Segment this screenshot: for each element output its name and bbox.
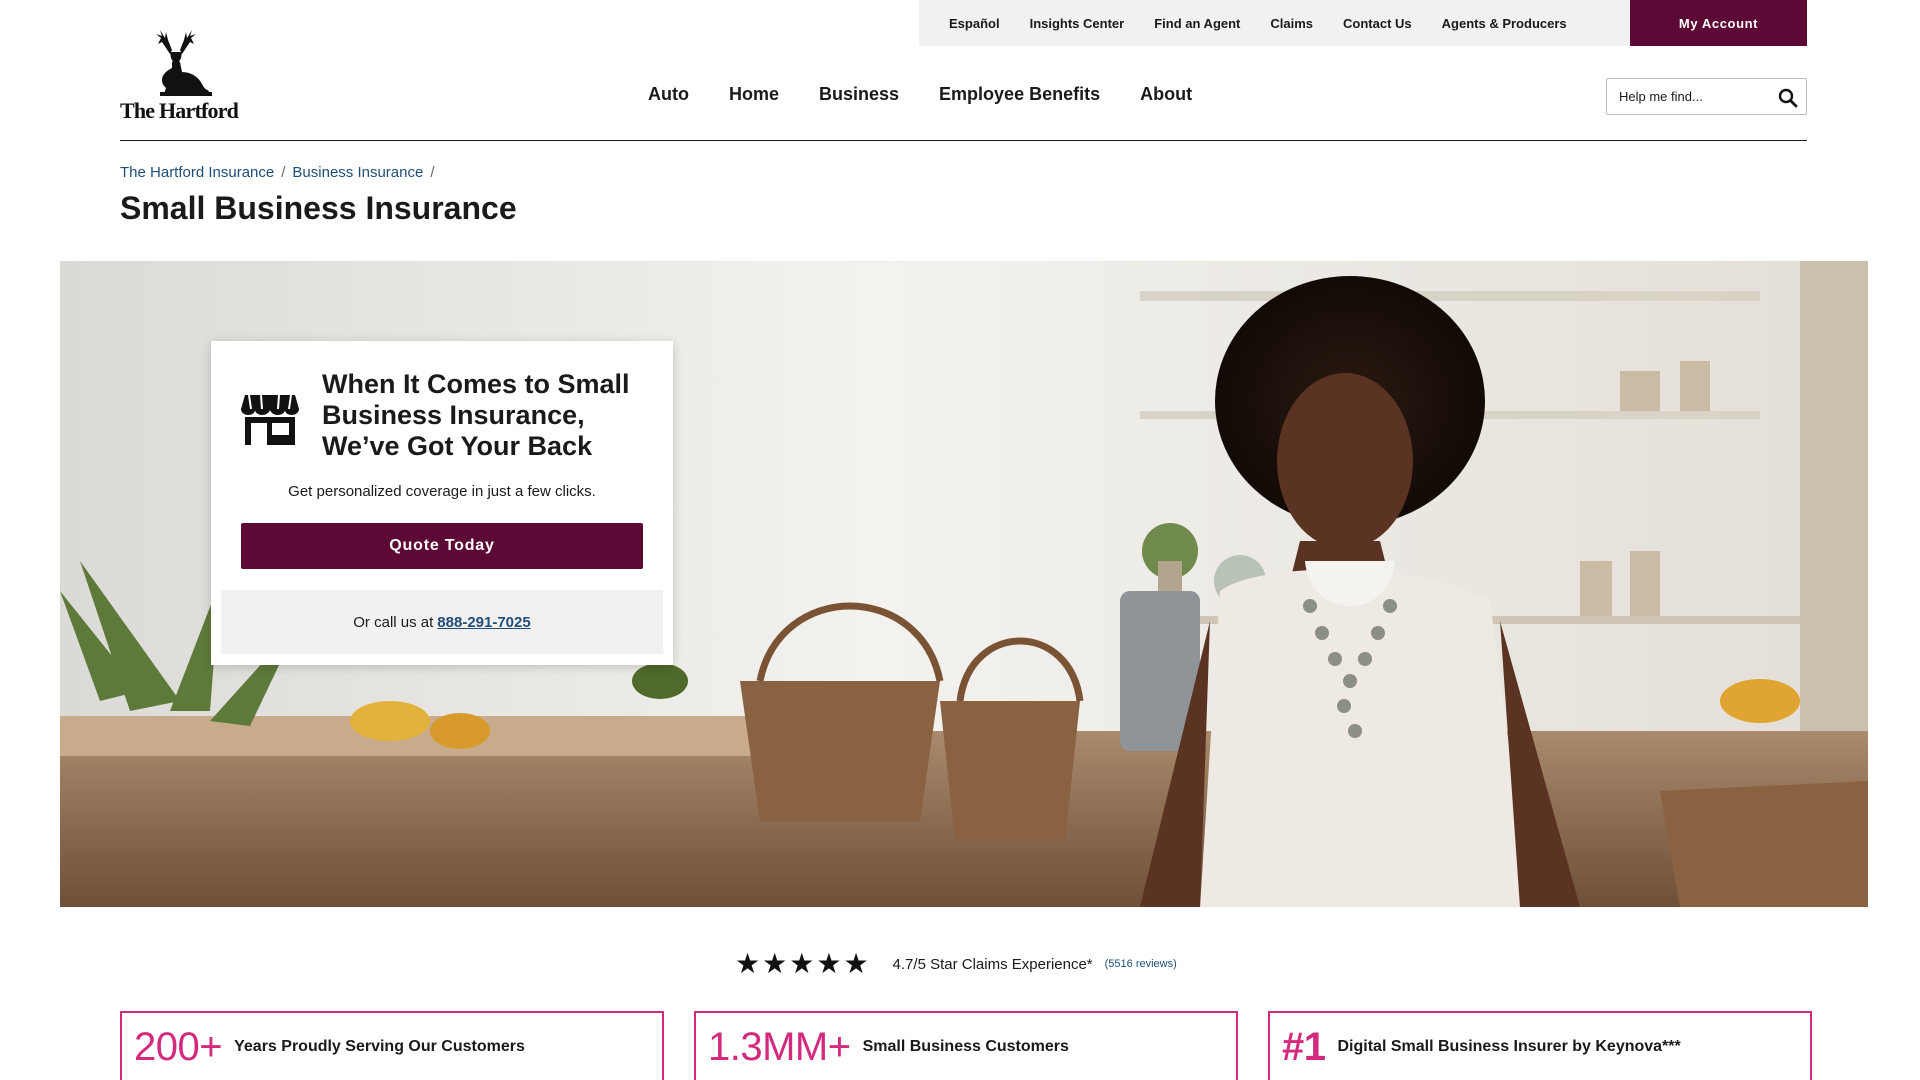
star-icon: ★ <box>843 948 869 979</box>
phone-link[interactable]: 888-291-7025 <box>437 614 530 631</box>
card-heading: When It Comes to Small Business Insuranc… <box>322 369 630 461</box>
utility-link-contact-us[interactable]: Contact Us <box>1343 16 1412 31</box>
stat-value: 200+ <box>134 1024 223 1069</box>
nav-item-home[interactable]: Home <box>729 84 779 105</box>
stat-label: Years Proudly Serving Our Customers <box>234 1038 525 1055</box>
reviews-link[interactable]: (5516 reviews) <box>1105 958 1177 970</box>
quote-today-button[interactable]: Quote Today <box>241 523 643 569</box>
stat-label: Digital Small Business Insurer by Keynov… <box>1337 1038 1681 1055</box>
stat-label: Small Business Customers <box>862 1038 1069 1055</box>
hero-banner: When It Comes to Small Business Insuranc… <box>60 261 1868 907</box>
call-prefix: Or call us at <box>353 613 434 631</box>
rating-row: ★ ★ ★ ★ ★ 4.7/5 Star Claims Experience* … <box>735 950 1177 978</box>
nav-item-auto[interactable]: Auto <box>648 84 689 105</box>
logo-wordmark: The Hartford <box>120 98 239 123</box>
rating-text: 4.7/5 Star Claims Experience* <box>892 955 1093 973</box>
nav-item-business[interactable]: Business <box>819 84 899 105</box>
stag-icon <box>156 30 212 96</box>
star-icon: ★ <box>816 948 842 979</box>
stat-box-ranking: #1 Digital Small Business Insurer by Key… <box>1268 1011 1812 1080</box>
stat-box-customers: 1.3MM+ Small Business Customers <box>694 1011 1238 1080</box>
stat-value: #1 <box>1282 1024 1326 1069</box>
utility-nav: Español Insights Center Find an Agent Cl… <box>919 0 1630 46</box>
search-box <box>1606 78 1807 115</box>
page-title: Small Business Insurance <box>120 190 517 226</box>
main-nav: Auto Home Business Employee Benefits Abo… <box>648 84 1232 105</box>
search-input[interactable] <box>1607 89 1767 104</box>
search-icon[interactable] <box>1778 88 1798 108</box>
star-rating: ★ ★ ★ ★ ★ <box>735 950 871 978</box>
utility-link-agents-producers[interactable]: Agents & Producers <box>1442 16 1567 31</box>
stat-box-years: 200+ Years Proudly Serving Our Customers <box>120 1011 664 1080</box>
card-subheading: Get personalized coverage in just a few … <box>288 483 596 500</box>
star-icon: ★ <box>735 948 761 979</box>
star-icon: ★ <box>789 948 815 979</box>
utility-link-find-an-agent[interactable]: Find an Agent <box>1154 16 1240 31</box>
breadcrumb-separator: / <box>430 164 435 181</box>
my-account-button[interactable]: My Account <box>1630 0 1807 46</box>
stat-value: 1.3MM+ <box>708 1024 851 1069</box>
breadcrumb-link-hartford-insurance[interactable]: The Hartford Insurance <box>120 164 274 181</box>
logo[interactable]: The Hartford <box>120 28 250 124</box>
storefront-icon <box>241 394 299 445</box>
utility-link-claims[interactable]: Claims <box>1270 16 1313 31</box>
breadcrumb-link-business-insurance[interactable]: Business Insurance <box>292 164 423 181</box>
breadcrumb-separator: / <box>281 164 286 181</box>
nav-item-about[interactable]: About <box>1140 84 1192 105</box>
quote-card: When It Comes to Small Business Insuranc… <box>211 341 673 665</box>
star-icon: ★ <box>762 948 788 979</box>
breadcrumb: The Hartford Insurance / Business Insura… <box>120 164 442 181</box>
utility-link-espanol[interactable]: Español <box>949 16 1000 31</box>
header-divider <box>120 140 1807 141</box>
call-box: Or call us at 888-291-7025 <box>221 590 663 654</box>
nav-item-employee-benefits[interactable]: Employee Benefits <box>939 84 1100 105</box>
utility-link-insights-center[interactable]: Insights Center <box>1030 16 1125 31</box>
